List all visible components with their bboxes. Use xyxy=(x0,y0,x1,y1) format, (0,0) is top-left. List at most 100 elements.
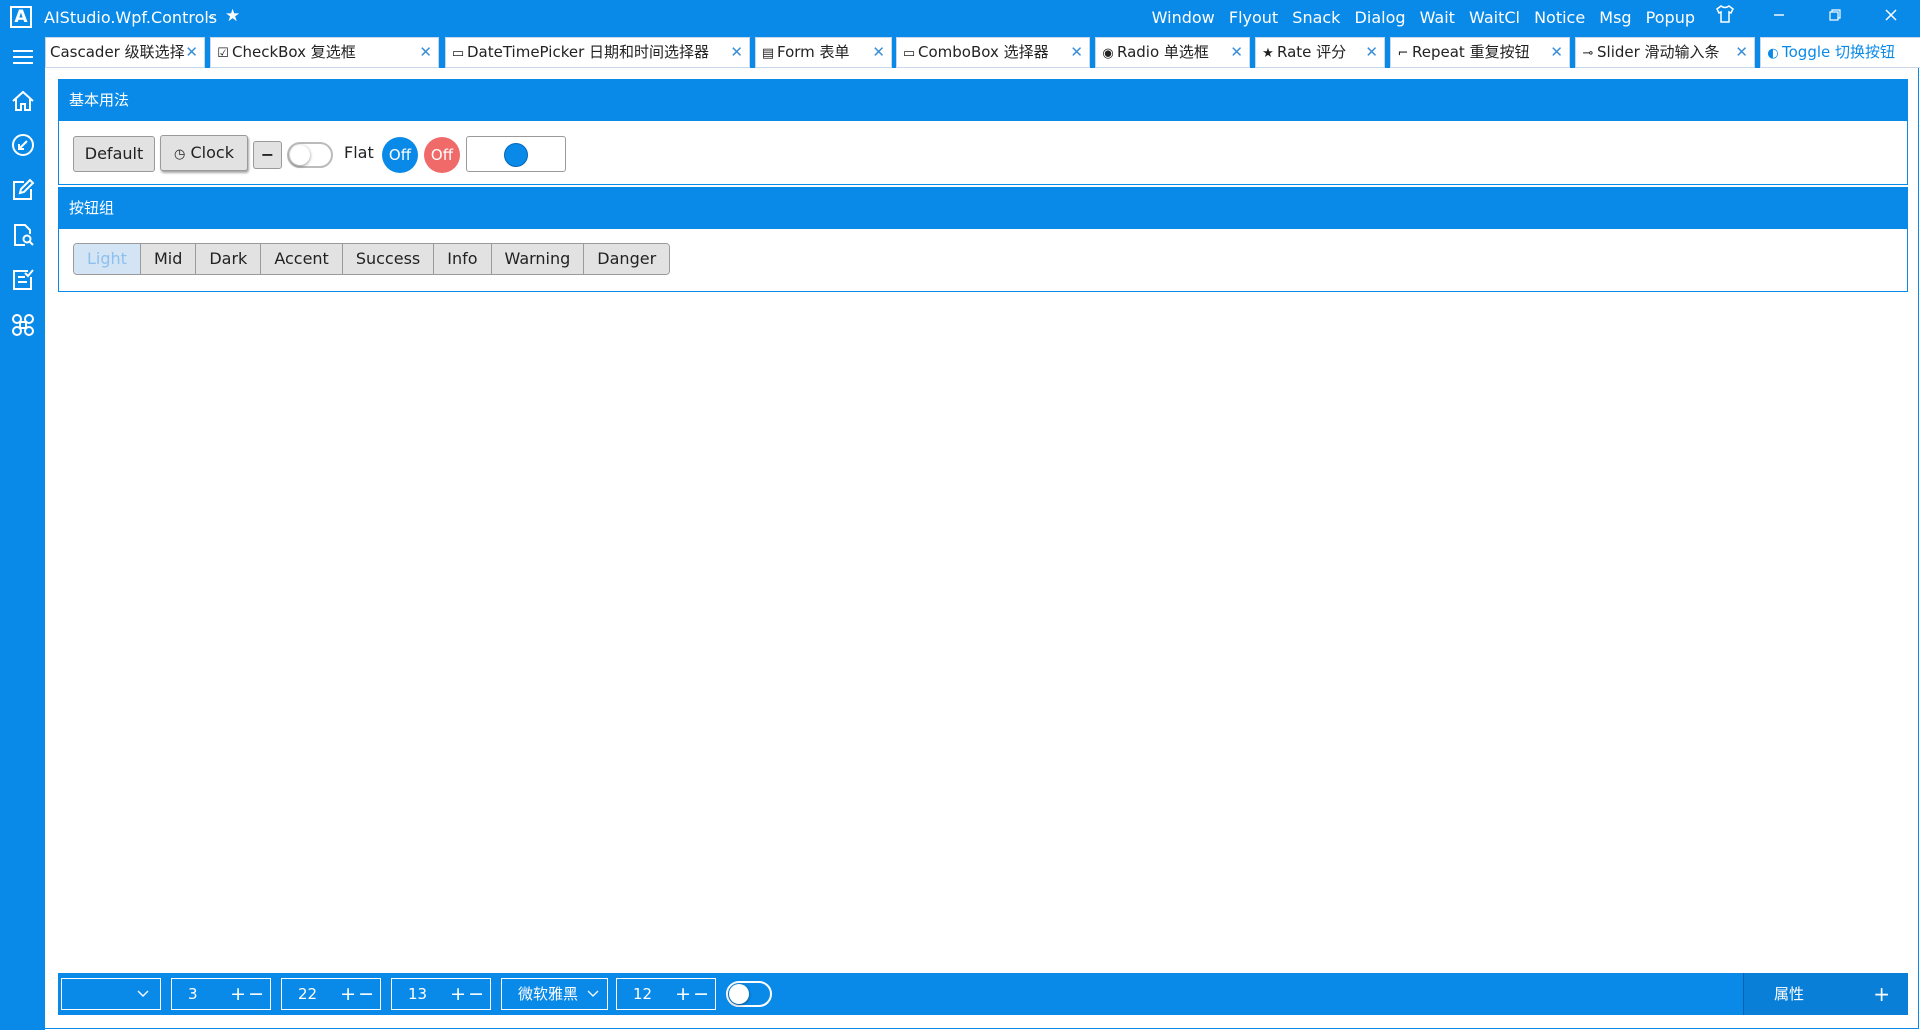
stepper-value: 3 xyxy=(188,985,198,1003)
properties-button[interactable]: 属性 + xyxy=(1743,973,1908,1015)
stepper-value: 13 xyxy=(408,985,428,1003)
close-icon[interactable]: ✕ xyxy=(1735,38,1748,67)
tab-toggle[interactable]: ◐Toggle 切换按钮 ✕ xyxy=(1760,37,1920,68)
group-button-dark[interactable]: Dark xyxy=(196,244,262,274)
app-title: AIStudio.Wpf.Controls xyxy=(44,8,218,27)
chevron-down-icon xyxy=(136,979,150,1019)
tab-cascader[interactable]: Cascader 级联选择 ✕ xyxy=(45,37,205,68)
menu-notice[interactable]: Notice xyxy=(1534,8,1585,27)
plus-minus-icon[interactable]: +− xyxy=(230,979,266,1009)
chevron-down-icon[interactable] xyxy=(1900,40,1914,58)
number-stepper-1[interactable]: 3 +− xyxy=(171,978,271,1010)
checkbox-icon: ☑ xyxy=(217,46,229,61)
menu-icon[interactable] xyxy=(10,44,36,70)
menu-msg[interactable]: Msg xyxy=(1599,8,1631,27)
number-stepper-2[interactable]: 22 +− xyxy=(281,978,381,1010)
close-icon[interactable]: ✕ xyxy=(419,38,432,67)
chevron-down-icon[interactable]: ⌄ xyxy=(206,8,216,22)
close-icon[interactable]: ✕ xyxy=(1230,38,1243,67)
plus-minus-icon[interactable]: +− xyxy=(675,979,711,1009)
group-button-mid[interactable]: Mid xyxy=(140,244,197,274)
tab-rate[interactable]: ★ Rate 评分 ✕ xyxy=(1255,37,1385,68)
tab-label: Radio 单选框 xyxy=(1117,43,1209,61)
tab-label: DateTimePicker 日期和时间选择器 xyxy=(467,43,710,61)
stepper-value: 22 xyxy=(298,985,318,1003)
tab-form[interactable]: ▤ Form 表单 ✕ xyxy=(755,37,892,68)
toggle-knob xyxy=(729,984,749,1004)
tab-combobox[interactable]: ▭ ComboBox 选择器 ✕ xyxy=(896,37,1090,68)
skin-icon[interactable] xyxy=(1712,4,1738,30)
group-button-light[interactable]: Light xyxy=(74,244,141,274)
repeat-icon: ⌐ xyxy=(1397,46,1409,61)
clock-toggle-button[interactable]: ◷ Clock xyxy=(160,135,248,171)
tab-radio[interactable]: ◉ Radio 单选框 ✕ xyxy=(1095,37,1250,68)
tab-label: Rate 评分 xyxy=(1277,43,1347,61)
theme-select[interactable] xyxy=(61,978,161,1010)
properties-label: 属性 xyxy=(1774,985,1805,1003)
tab-slider[interactable]: ⊸ Slider 滑动输入条 ✕ xyxy=(1575,37,1755,68)
circle-toggle-button[interactable] xyxy=(466,136,566,172)
tab-repeat[interactable]: ⌐ Repeat 重复按钮 ✕ xyxy=(1390,37,1570,68)
font-family-select[interactable]: 微软雅黑 xyxy=(501,978,608,1010)
plus-icon: + xyxy=(1873,982,1890,1006)
document-search-icon[interactable] xyxy=(10,222,36,248)
title-menu: Window Flyout Snack Dialog Wait WaitCl N… xyxy=(1143,8,1695,27)
toggle-switch[interactable] xyxy=(287,142,333,168)
panel-basic-usage: 基本用法 Default ◷ Clock − Flat Off Off xyxy=(58,79,1908,185)
font-size-stepper[interactable]: 12 +− xyxy=(616,978,716,1010)
off-toggle-blue[interactable]: Off xyxy=(382,137,418,173)
tab-datetimepicker[interactable]: ▭ DateTimePicker 日期和时间选择器 ✕ xyxy=(445,37,750,68)
command-icon[interactable] xyxy=(10,312,36,338)
menu-snack[interactable]: Snack xyxy=(1292,8,1340,27)
minimize-icon[interactable] xyxy=(1766,4,1792,30)
tab-label: Repeat 重复按钮 xyxy=(1412,43,1530,61)
home-icon[interactable] xyxy=(10,88,36,114)
close-icon[interactable]: ✕ xyxy=(872,38,885,67)
bottom-toolbar: 3 +− 22 +− 13 +− 微软雅黑 12 +− 属性 + xyxy=(58,973,1908,1015)
close-icon[interactable]: ✕ xyxy=(730,38,743,67)
edit-icon[interactable] xyxy=(10,177,36,203)
minus-toggle-button[interactable]: − xyxy=(253,141,282,169)
menu-dialog[interactable]: Dialog xyxy=(1355,8,1406,27)
group-button-warning[interactable]: Warning xyxy=(491,244,585,274)
form-icon: ▤ xyxy=(761,46,775,61)
group-button-accent[interactable]: Accent xyxy=(261,244,343,274)
close-icon[interactable]: ✕ xyxy=(185,38,198,67)
default-toggle-button[interactable]: Default xyxy=(73,136,155,172)
tab-label: Slider 滑动输入条 xyxy=(1597,43,1720,61)
tab-checkbox[interactable]: ☑ CheckBox 复选框 ✕ xyxy=(210,37,439,68)
restore-icon[interactable] xyxy=(1822,4,1848,30)
tab-label: Form 表单 xyxy=(777,43,850,61)
combobox-icon: ▭ xyxy=(902,46,916,61)
menu-window[interactable]: Window xyxy=(1152,8,1215,27)
font-family-value: 微软雅黑 xyxy=(518,985,579,1003)
group-button-success[interactable]: Success xyxy=(342,244,435,274)
compass-icon[interactable] xyxy=(10,132,36,158)
panel-title: 基本用法 xyxy=(59,80,1907,121)
close-icon[interactable]: ✕ xyxy=(1365,38,1378,67)
bottom-toggle-switch[interactable] xyxy=(726,981,772,1007)
close-icon[interactable]: ✕ xyxy=(1070,38,1083,67)
app-logo: A xyxy=(10,6,32,28)
panel-title: 按钮组 xyxy=(59,188,1907,229)
checklist-icon[interactable] xyxy=(10,267,36,293)
number-stepper-3[interactable]: 13 +− xyxy=(391,978,491,1010)
menu-waitcl[interactable]: WaitCl xyxy=(1469,8,1520,27)
group-button-danger[interactable]: Danger xyxy=(584,244,670,274)
tab-label: ComboBox 选择器 xyxy=(918,43,1049,61)
group-button-info[interactable]: Info xyxy=(434,244,492,274)
menu-popup[interactable]: Popup xyxy=(1646,8,1695,27)
off-toggle-red[interactable]: Off xyxy=(424,137,460,173)
toggle-icon: ◐ xyxy=(1767,46,1779,61)
close-icon[interactable] xyxy=(1878,4,1904,30)
plus-minus-icon[interactable]: +− xyxy=(450,979,486,1009)
close-icon[interactable]: ✕ xyxy=(1550,38,1563,67)
panel-button-group: 按钮组 Light Mid Dark Accent Success Info W… xyxy=(58,187,1908,292)
star-icon[interactable]: ★ xyxy=(225,6,240,26)
slider-icon: ⊸ xyxy=(1582,46,1594,61)
menu-wait[interactable]: Wait xyxy=(1420,8,1455,27)
menu-flyout[interactable]: Flyout xyxy=(1229,8,1278,27)
plus-minus-icon[interactable]: +− xyxy=(340,979,376,1009)
star-icon: ★ xyxy=(1262,46,1274,61)
chevron-down-icon xyxy=(587,979,599,1019)
